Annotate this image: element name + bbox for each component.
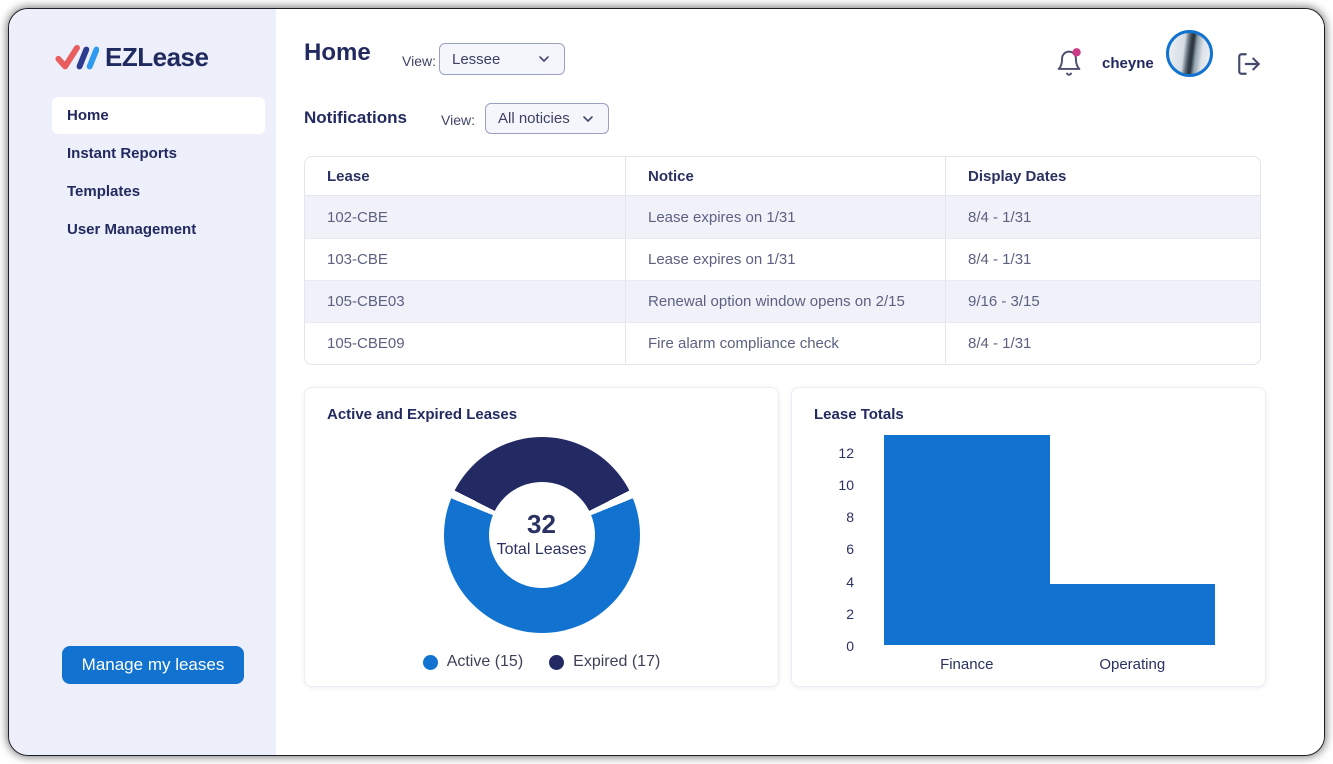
donut-center: 32 Total Leases [488, 482, 595, 588]
bell-icon [1057, 48, 1081, 76]
table-row: 105-CBE03 Renewal option window opens on… [305, 280, 1260, 322]
notices-view-label: View: [441, 112, 475, 128]
notice-cell: Lease expires on 1/31 [625, 196, 945, 238]
legend-label: Active (15) [446, 653, 524, 670]
page-title: Home [304, 39, 371, 66]
bar-label-operating: Operating [1099, 656, 1166, 673]
notifications-bell-button[interactable] [1055, 47, 1083, 77]
active-expired-leases-card: Active and Expired Leases 32 Total Lease… [304, 387, 779, 687]
sidebar-item-label: Instant Reports [67, 145, 178, 162]
dates-cell: 8/4 - 1/31 [945, 239, 1260, 280]
sidebar-item-label: Templates [67, 183, 141, 200]
column-header-lease: Lease [327, 167, 370, 185]
logout-icon [1238, 53, 1260, 75]
y-axis-tick-label: 6 [846, 541, 854, 558]
app-window: EZLease Home Instant Reports Templates U… [8, 8, 1325, 756]
logo-text: EZLease [105, 42, 209, 72]
bar-ticks: 0 2 4 6 8 10 12 [814, 429, 858, 675]
donut-chart-title: Active and Expired Leases [327, 406, 518, 423]
notifications-title: Notifications [304, 108, 407, 127]
y-axis-tick-label: 12 [838, 444, 854, 461]
table-row: 103-CBE Lease expires on 1/31 8/4 - 1/31 [305, 238, 1260, 280]
bar-label-finance: Finance [940, 656, 994, 673]
bar-finance [884, 435, 1050, 645]
view-select[interactable]: Lessee [439, 43, 565, 75]
view-select-value: Lessee [452, 50, 501, 68]
legend-item-active[interactable]: Active (15) [422, 653, 524, 671]
notice-cell: Fire alarm compliance check [625, 323, 945, 364]
lease-cell: 102-CBE [327, 208, 388, 226]
column-header-notice: Notice [625, 157, 945, 195]
y-axis-tick-label: 8 [846, 509, 854, 526]
bar-category-labels: Finance Operating [870, 656, 1229, 673]
sidebar-item-templates[interactable]: Templates [52, 173, 265, 210]
legend-item-expired[interactable]: Expired (17) [549, 653, 660, 671]
lease-totals-card: Lease Totals 0 2 4 6 8 10 12 Finance Operating [791, 387, 1266, 687]
manage-my-leases-button[interactable]: Manage my leases [62, 646, 244, 684]
notice-cell: Lease expires on 1/31 [625, 239, 945, 280]
y-axis-tick-label: 0 [846, 638, 854, 654]
sidebar-item-label: Home [67, 107, 109, 124]
total-leases-label: Total Leases [496, 540, 587, 558]
lease-cell: 105-CBE09 [327, 335, 405, 352]
y-axis-tick-label: 4 [846, 573, 854, 590]
table-row: 102-CBE Lease expires on 1/31 8/4 - 1/31 [305, 196, 1260, 238]
chevron-down-icon [539, 56, 549, 62]
logo-checkmark-icon [55, 44, 99, 69]
legend-label: Expired (17) [573, 653, 661, 670]
username-label: cheyne [1102, 55, 1154, 72]
bar-chart-title: Lease Totals [814, 406, 904, 423]
bar-plot [870, 429, 1229, 645]
main-content: Home View: Lessee cheyne Notifications V… [276, 9, 1324, 755]
legend-dot-expired [549, 654, 565, 670]
lease-cell: 103-CBE [327, 251, 388, 268]
sidebar-nav: Home Instant Reports Templates User Mana… [52, 97, 265, 249]
table-header-row: Lease Notice Display Dates [305, 157, 1260, 196]
donut-ring: 32 Total Leases [443, 437, 640, 633]
bar-chart: 0 2 4 6 8 10 12 Finance Operating [814, 429, 1243, 675]
sidebar-item-home[interactable]: Home [52, 97, 265, 134]
app-logo: EZLease [55, 42, 209, 73]
donut-legend: Active (15) Expired (17) [327, 653, 756, 671]
avatar[interactable] [1166, 30, 1213, 77]
dates-cell: 8/4 - 1/31 [945, 196, 1260, 238]
sidebar: EZLease Home Instant Reports Templates U… [9, 9, 276, 755]
notices-select[interactable]: All noticies [485, 103, 609, 134]
chevron-down-icon [583, 115, 593, 122]
table-row: 105-CBE09 Fire alarm compliance check 8/… [305, 322, 1260, 364]
column-header-display-dates: Display Dates [945, 157, 1260, 195]
sidebar-item-user-management[interactable]: User Management [52, 211, 265, 248]
notices-select-value: All noticies [498, 110, 570, 127]
logout-button[interactable] [1236, 51, 1262, 77]
lease-cell: 105-CBE03 [327, 293, 405, 310]
notice-cell: Renewal option window opens on 2/15 [625, 281, 945, 322]
legend-dot-active [422, 654, 438, 670]
dates-cell: 9/16 - 3/15 [945, 281, 1260, 322]
view-label: View: [402, 53, 436, 69]
y-axis-tick-label: 10 [838, 476, 854, 493]
notifications-table: Lease Notice Display Dates 102-CBE Lease… [304, 156, 1261, 365]
bar-operating [1049, 583, 1215, 645]
y-axis-tick-label: 2 [846, 605, 854, 622]
total-leases-value: 32 [527, 509, 556, 540]
notification-badge-dot [1072, 48, 1081, 57]
sidebar-item-instant-reports[interactable]: Instant Reports [52, 135, 265, 172]
sidebar-item-label: User Management [67, 221, 197, 238]
dates-cell: 8/4 - 1/31 [945, 323, 1260, 364]
